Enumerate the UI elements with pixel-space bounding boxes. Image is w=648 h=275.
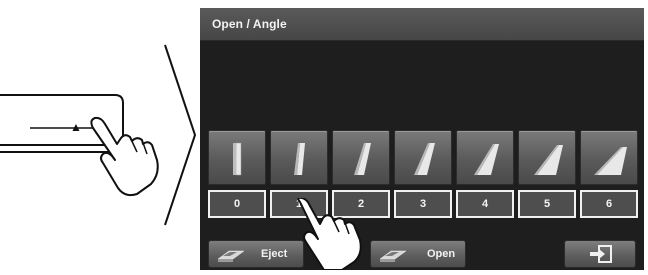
- angle-label-3[interactable]: 3: [394, 190, 452, 218]
- angle-label-4[interactable]: 4: [456, 190, 514, 218]
- angle-1-icon: [294, 143, 305, 175]
- disc-tray-icon: [217, 250, 245, 262]
- angle-6-icon: [594, 147, 627, 175]
- angle-label-0[interactable]: 0: [208, 190, 266, 218]
- angle-3-icon: [414, 143, 435, 175]
- angle-label-5[interactable]: 5: [518, 190, 576, 218]
- angle-label-6[interactable]: 6: [580, 190, 638, 218]
- angle-2-icon: [354, 143, 371, 175]
- pointing-hand-icon: [90, 116, 159, 197]
- device-illustration: ▲: [0, 0, 200, 270]
- angle-button-3[interactable]: [394, 130, 452, 185]
- title-bar: Open / Angle: [200, 8, 644, 41]
- angle-5-icon: [534, 145, 563, 175]
- open-button[interactable]: Open: [370, 240, 466, 268]
- exit-button[interactable]: [564, 240, 636, 268]
- angle-button-0[interactable]: [208, 130, 266, 185]
- angle-button-1[interactable]: [270, 130, 328, 185]
- screen-title: Open / Angle: [212, 17, 287, 31]
- exit-icon: [590, 245, 612, 263]
- open-angle-screen: Open / Angle 0 1 2 3 4 5 6 Eject Open: [200, 8, 644, 270]
- open-label: Open: [427, 248, 456, 260]
- eject-label: Eject: [261, 248, 288, 260]
- angle-button-6[interactable]: [580, 130, 638, 185]
- eject-icon[interactable]: ▲: [70, 121, 82, 133]
- angle-button-5[interactable]: [518, 130, 576, 185]
- pointing-hand-icon: [297, 198, 362, 270]
- disc-tray-icon: [379, 250, 407, 262]
- angle-button-2[interactable]: [332, 130, 390, 185]
- angle-0-icon: [233, 142, 242, 176]
- angle-button-4[interactable]: [456, 130, 514, 185]
- angle-4-icon: [474, 144, 499, 175]
